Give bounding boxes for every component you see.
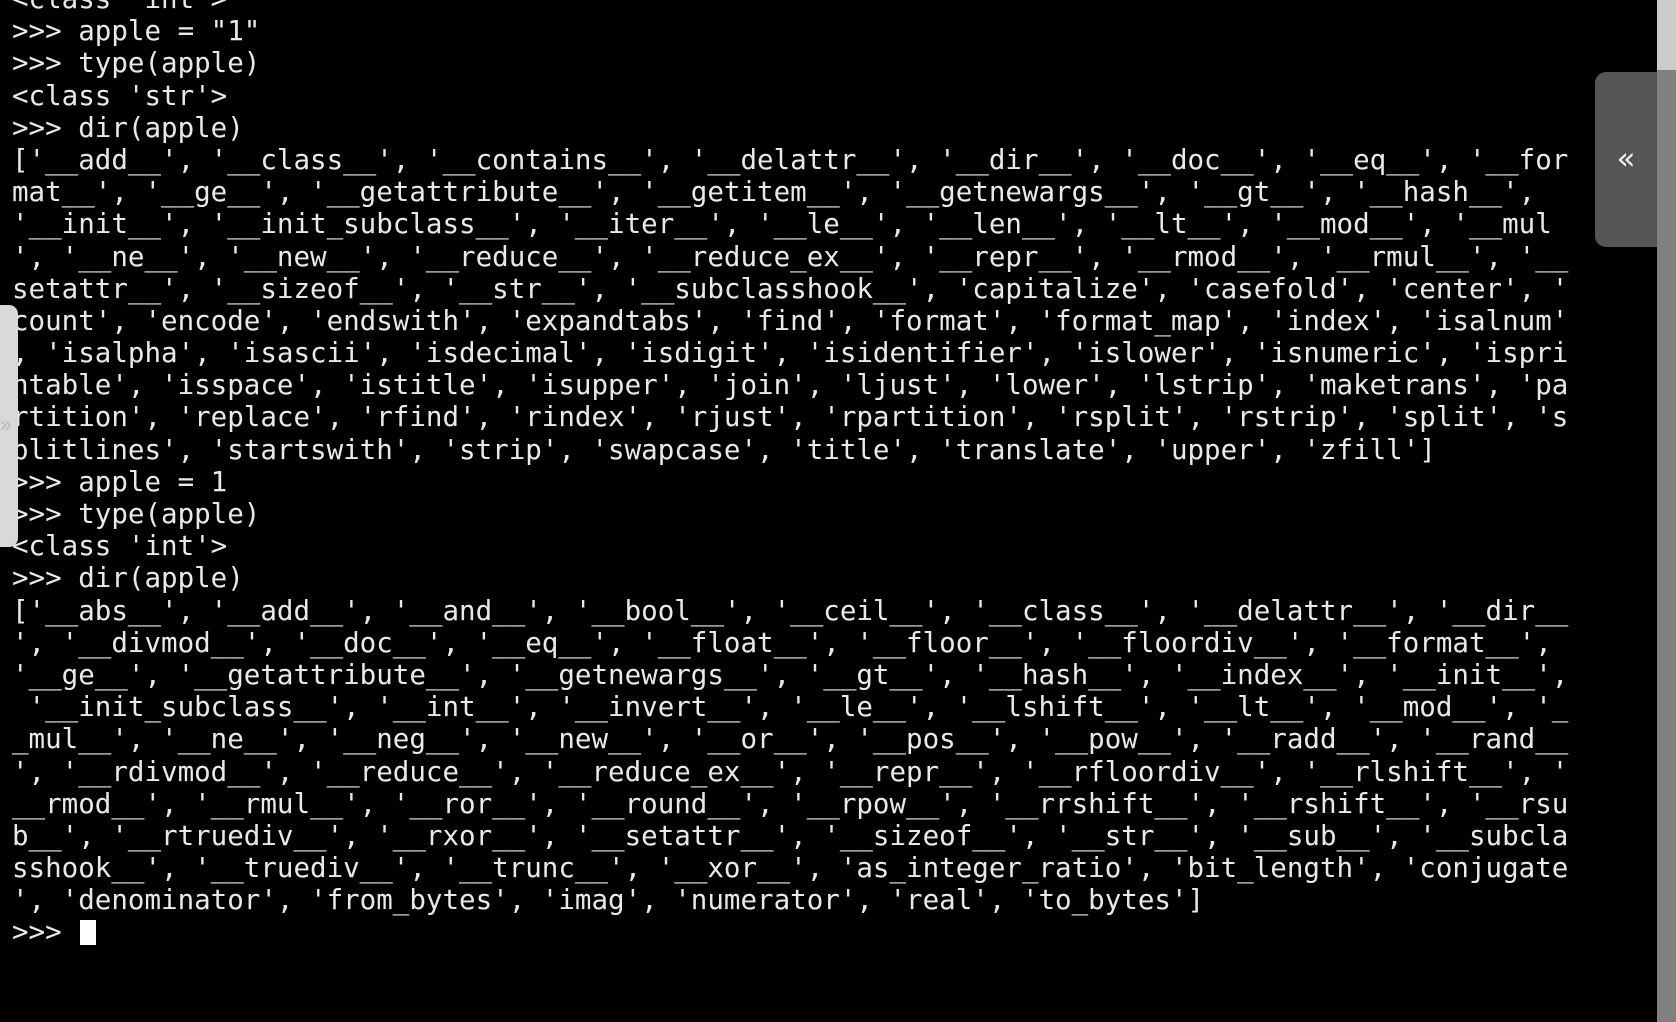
terminal-window: <class 'int'>>>> apple = "1">>> type(app… (0, 0, 1676, 1022)
terminal-line: mat__', '__ge__', '__getattribute__', '_… (12, 176, 1536, 209)
terminal-line: <class 'int'> (12, 0, 1676, 15)
vertical-scrollbar-thumb[interactable] (1657, 0, 1676, 70)
terminal-line: b__', '__rtruediv__', '__rxor__', '__set… (12, 819, 1569, 852)
terminal-line: ', '__divmod__', '__doc__', '__eq__', '_… (12, 626, 1552, 659)
terminal-line: >>> apple = "1" (12, 15, 261, 48)
terminal-line: plitlines', 'startswith', 'strip', 'swap… (12, 433, 1436, 466)
terminal-line: count', 'encode', 'endswith', 'expandtab… (12, 304, 1569, 337)
terminal-line: >>> type(apple) (12, 498, 261, 530)
terminal-line: ', '__ne__', '__new__', '__reduce__', '_… (12, 240, 1569, 273)
terminal-line: >>> apple = 1 (12, 465, 228, 498)
terminal-line: __rmod__', '__rmul__', '__ror__', '__rou… (12, 787, 1569, 820)
left-drawer-handle[interactable]: » (0, 305, 18, 547)
terminal-line: ', '__rdivmod__', '__reduce__', '__reduc… (12, 755, 1569, 788)
terminal-output: <class 'int'>>>> apple = "1">>> type(app… (12, 0, 1676, 949)
terminal-line: ', 'denominator', 'from_bytes', 'imag', … (12, 884, 1205, 917)
vertical-scrollbar-track[interactable] (1657, 0, 1676, 1022)
right-drawer-handle[interactable]: « (1595, 72, 1657, 247)
text-cursor (80, 920, 97, 946)
terminal-line: <class 'str'> (12, 79, 228, 112)
terminal-line: '__init_subclass__', '__int__', '__inver… (12, 691, 1569, 724)
chevron-double-right-icon: » (0, 413, 13, 438)
terminal-line: setattr__', '__sizeof__', '__str__', '__… (12, 272, 1569, 305)
terminal-line: , 'isalpha', 'isascii', 'isdecimal', 'is… (12, 337, 1569, 370)
terminal-line: ['__abs__', '__add__', '__and__', '__boo… (12, 594, 1569, 627)
terminal-prompt-line[interactable]: >>> (12, 916, 1676, 948)
terminal-line: ['__add__', '__class__', '__contains__',… (12, 143, 1569, 176)
terminal-line: '__ge__', '__getattribute__', '__getnewa… (12, 658, 1569, 691)
terminal-line: >>> dir(apple) (12, 562, 244, 595)
prompt-text: >>> (12, 916, 79, 949)
terminal-line: <class 'int'> (12, 530, 228, 563)
terminal-line: >>> type(apple) (12, 47, 261, 80)
terminal-line: '__init__', '__init_subclass__', '__iter… (12, 208, 1552, 241)
terminal-line: >>> dir(apple) (12, 111, 244, 144)
terminal-line: sshook__', '__truediv__', '__trunc__', '… (12, 852, 1569, 885)
terminal-line: ntable', 'isspace', 'istitle', 'isupper'… (12, 369, 1569, 402)
terminal-line: _mul__', '__ne__', '__neg__', '__new__',… (12, 723, 1569, 756)
terminal-screen[interactable]: <class 'int'>>>> apple = "1">>> type(app… (0, 0, 1676, 1022)
chevron-double-left-icon: « (1616, 141, 1636, 177)
terminal-line: rtition', 'replace', 'rfind', 'rindex', … (12, 401, 1569, 434)
